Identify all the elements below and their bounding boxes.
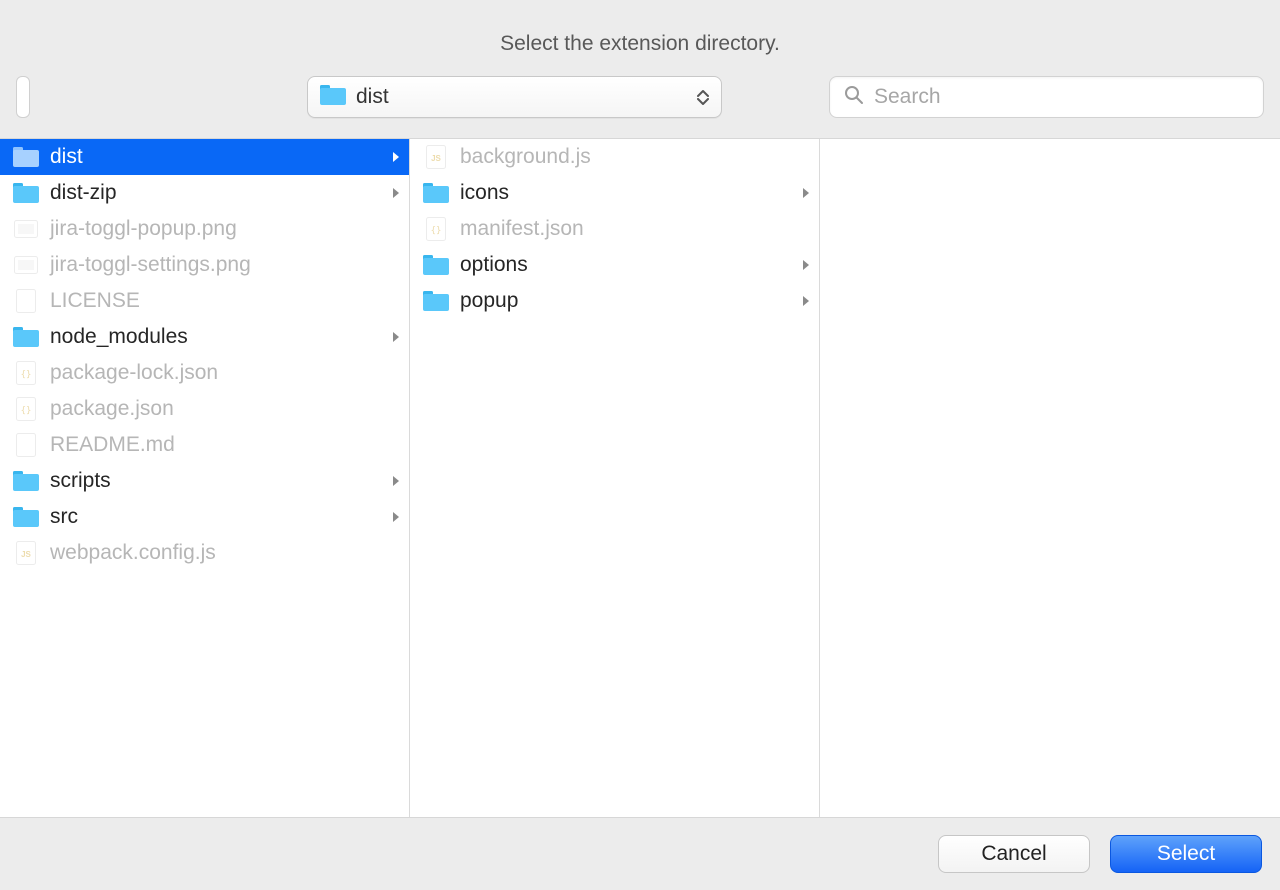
file-item[interactable]: {} package.json	[0, 391, 409, 427]
file-item[interactable]: jira-toggl-settings.png	[0, 247, 409, 283]
file-item-label: LICENSE	[50, 289, 401, 313]
file-item[interactable]: README.md	[0, 427, 409, 463]
folder-icon	[320, 85, 346, 110]
folder-icon	[422, 253, 450, 277]
file-column-2[interactable]	[820, 139, 1280, 817]
file-item-label: dist-zip	[50, 181, 392, 205]
nav-back-button[interactable]	[16, 76, 30, 118]
file-icon	[12, 433, 40, 457]
folder-icon	[12, 505, 40, 529]
file-item-label: options	[460, 253, 802, 277]
chevron-right-icon	[392, 331, 401, 343]
file-item-label: package.json	[50, 397, 401, 421]
svg-text:{}: {}	[21, 406, 32, 416]
search-input[interactable]	[874, 85, 1249, 109]
file-item[interactable]: jira-toggl-popup.png	[0, 211, 409, 247]
file-item[interactable]: {} package-lock.json	[0, 355, 409, 391]
chevron-right-icon	[802, 259, 811, 271]
file-browser-columns: dist dist-zip jira-toggl-popup.png jira-tog…	[0, 138, 1280, 818]
file-item[interactable]: dist-zip	[0, 175, 409, 211]
file-item[interactable]: scripts	[0, 463, 409, 499]
file-item[interactable]: icons	[410, 175, 819, 211]
cancel-button[interactable]: Cancel	[938, 835, 1090, 873]
chevron-right-icon	[802, 295, 811, 307]
file-item[interactable]: LICENSE	[0, 283, 409, 319]
search-icon	[844, 85, 864, 110]
json-file-icon: {}	[12, 397, 40, 421]
chevron-right-icon	[802, 187, 811, 199]
dialog-header: Select the extension directory. dist	[0, 0, 1280, 138]
js-file-icon: JS	[422, 145, 450, 169]
file-item[interactable]: JS background.js	[410, 139, 819, 175]
chevron-right-icon	[392, 511, 401, 523]
chevron-updown-icon	[697, 89, 709, 106]
chevron-right-icon	[392, 151, 401, 163]
dialog-title: Select the extension directory.	[500, 32, 780, 56]
file-item-label: manifest.json	[460, 217, 811, 241]
select-button[interactable]: Select	[1110, 835, 1262, 873]
file-item[interactable]: dist	[0, 139, 409, 175]
folder-icon	[422, 289, 450, 313]
file-item[interactable]: node_modules	[0, 319, 409, 355]
file-column-0[interactable]: dist dist-zip jira-toggl-popup.png jira-tog…	[0, 139, 410, 817]
file-item-label: scripts	[50, 469, 392, 493]
dialog-footer: Cancel Select	[0, 818, 1280, 890]
folder-icon	[12, 181, 40, 205]
file-item[interactable]: popup	[410, 283, 819, 319]
file-item-label: webpack.config.js	[50, 541, 401, 565]
svg-text:JS: JS	[431, 154, 441, 163]
file-item-label: jira-toggl-popup.png	[50, 217, 401, 241]
toolbar-row: dist	[0, 76, 1280, 118]
file-item-label: jira-toggl-settings.png	[50, 253, 401, 277]
path-label: dist	[356, 85, 697, 109]
svg-text:{}: {}	[431, 226, 442, 236]
file-item[interactable]: src	[0, 499, 409, 535]
path-dropdown[interactable]: dist	[307, 76, 722, 118]
file-item-label: node_modules	[50, 325, 392, 349]
svg-text:JS: JS	[21, 550, 31, 559]
svg-text:{}: {}	[21, 370, 32, 380]
folder-icon	[422, 181, 450, 205]
file-item-label: popup	[460, 289, 802, 313]
image-file-icon	[12, 253, 40, 277]
js-file-icon: JS	[12, 541, 40, 565]
image-file-icon	[12, 217, 40, 241]
folder-icon	[12, 469, 40, 493]
file-item[interactable]: {} manifest.json	[410, 211, 819, 247]
file-item-label: dist	[50, 145, 392, 169]
json-file-icon: {}	[422, 217, 450, 241]
folder-icon	[12, 145, 40, 169]
file-column-1[interactable]: JS background.js icons {} manifest.json optio…	[410, 139, 820, 817]
file-item-label: background.js	[460, 145, 811, 169]
search-field[interactable]	[829, 76, 1264, 118]
chevron-right-icon	[392, 475, 401, 487]
file-item[interactable]: JS webpack.config.js	[0, 535, 409, 571]
file-item-label: src	[50, 505, 392, 529]
file-item-label: package-lock.json	[50, 361, 401, 385]
file-item-label: icons	[460, 181, 802, 205]
file-icon	[12, 289, 40, 313]
folder-icon	[12, 325, 40, 349]
json-file-icon: {}	[12, 361, 40, 385]
file-item[interactable]: options	[410, 247, 819, 283]
chevron-right-icon	[392, 187, 401, 199]
file-item-label: README.md	[50, 433, 401, 457]
